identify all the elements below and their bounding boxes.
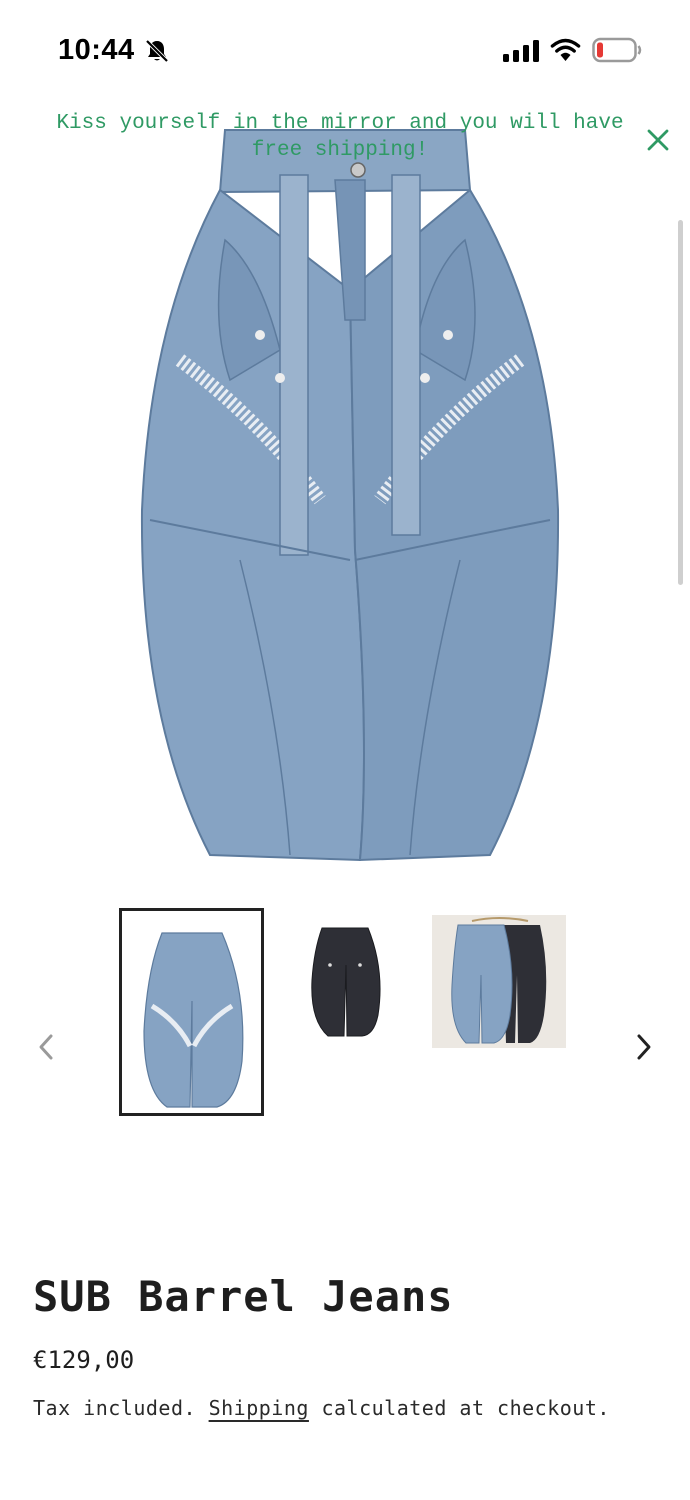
close-icon[interactable] bbox=[644, 126, 672, 154]
product-main-image[interactable] bbox=[130, 120, 570, 880]
thumbnail-black-image bbox=[311, 927, 381, 1037]
announcement-bar: Kiss yourself in the mirror and you will… bbox=[30, 110, 669, 162]
thumbnail-black[interactable] bbox=[300, 920, 390, 1040]
thumbnail-gallery bbox=[0, 900, 690, 1130]
shipping-link[interactable]: Shipping bbox=[209, 1396, 309, 1420]
bell-slash-icon bbox=[145, 39, 169, 63]
chevron-right-icon[interactable] bbox=[626, 1030, 660, 1064]
tax-suffix: calculated at checkout. bbox=[321, 1396, 610, 1420]
product-title: SUB Barrel Jeans bbox=[33, 1272, 454, 1321]
page-scrollbar[interactable] bbox=[678, 220, 683, 585]
status-bar: 10:44 bbox=[0, 0, 690, 100]
thumbnail-both-colors[interactable] bbox=[432, 915, 566, 1048]
chevron-left-icon[interactable] bbox=[30, 1030, 64, 1064]
thumbnail-light-blue-image bbox=[143, 932, 244, 1108]
tax-note: Tax included. Shipping calculated at che… bbox=[33, 1394, 610, 1422]
tax-prefix: Tax included. bbox=[33, 1396, 197, 1420]
product-price: €129,00 bbox=[33, 1346, 135, 1374]
cellular-signal-icon bbox=[503, 40, 539, 62]
status-time: 10:44 bbox=[58, 34, 135, 66]
wifi-icon bbox=[550, 38, 581, 61]
thumbnail-light-blue[interactable] bbox=[119, 908, 264, 1116]
thumbnail-both-colors-image bbox=[451, 917, 547, 1044]
announcement-text: Kiss yourself in the mirror and you will… bbox=[56, 112, 624, 162]
battery-low-icon bbox=[592, 37, 642, 63]
